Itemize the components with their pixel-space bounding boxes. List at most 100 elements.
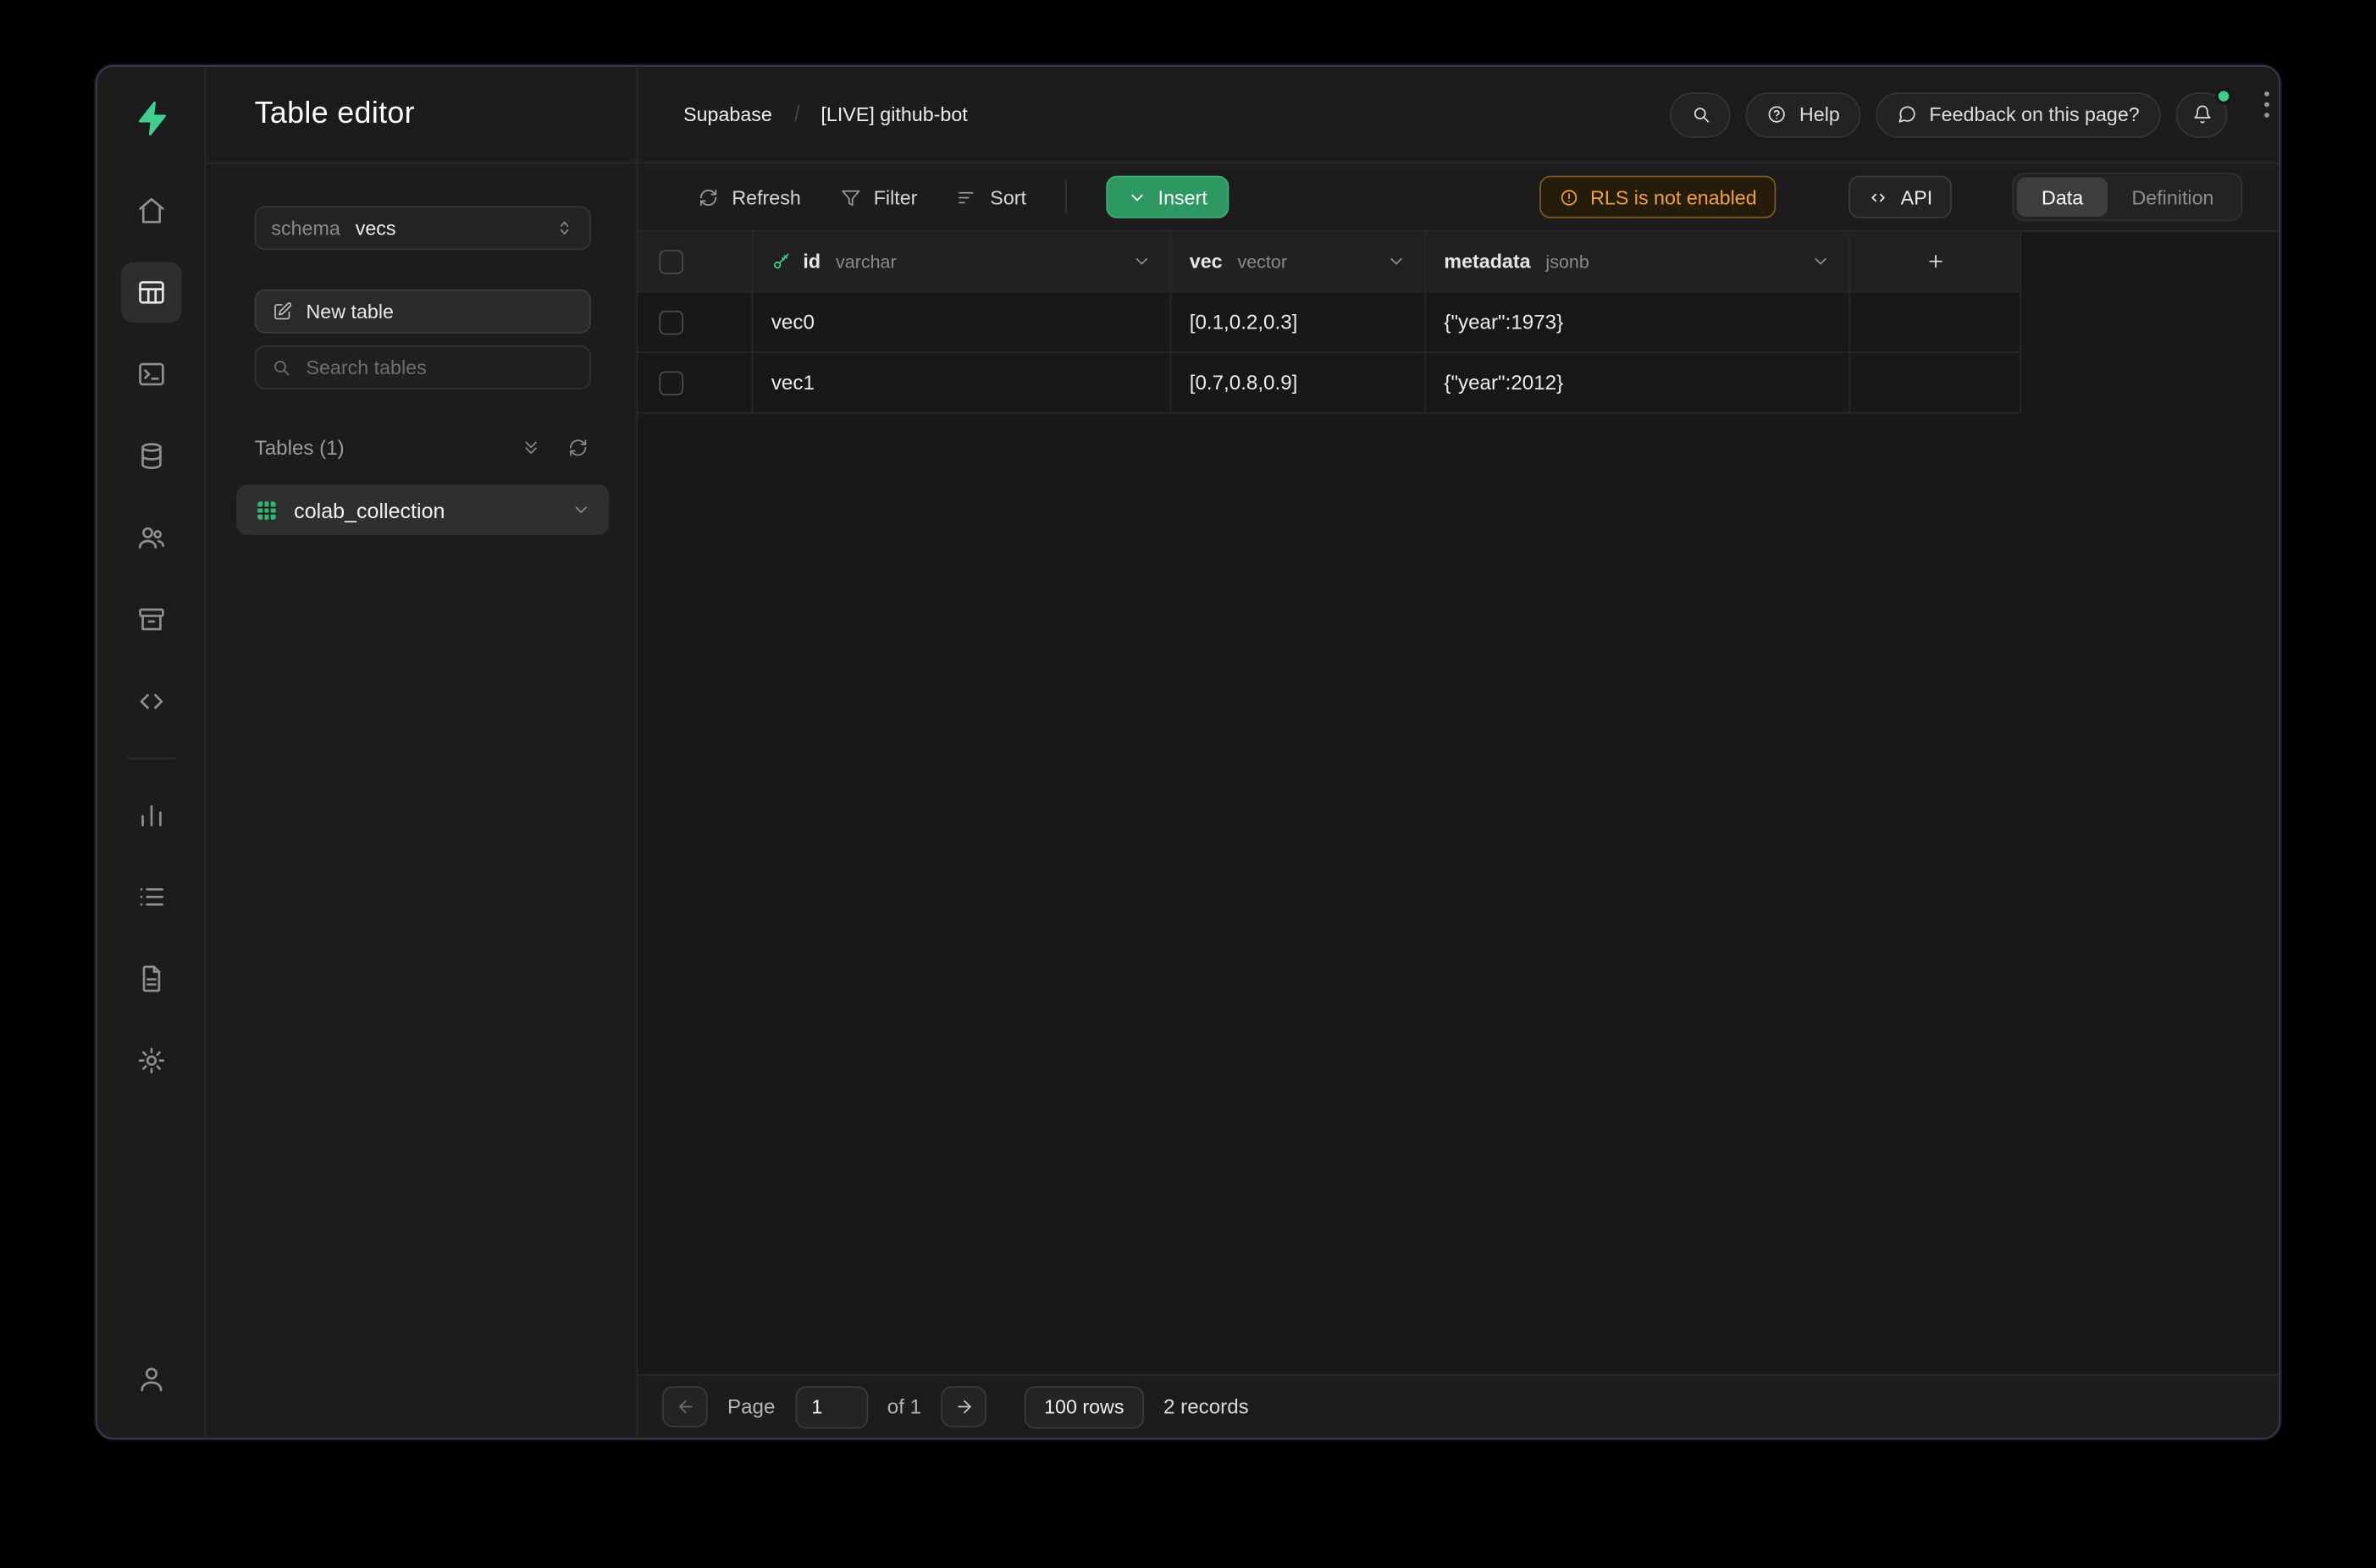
new-table-button[interactable]: New table: [255, 290, 591, 334]
overflow-menu-icon[interactable]: [2257, 88, 2278, 121]
column-header-vec[interactable]: vec vector: [1171, 232, 1426, 293]
grid-header-row: id varchar vec vector metadata: [638, 232, 2021, 293]
add-column-button[interactable]: [1850, 232, 2021, 293]
search-tables-input[interactable]: [303, 355, 574, 380]
column-name: vec: [1190, 250, 1223, 273]
chevron-down-icon: [572, 500, 591, 520]
grid-toolbar: Refresh Filter Sort Insert: [638, 163, 2279, 232]
row-select-cell: [638, 353, 753, 414]
cell-id[interactable]: vec1: [753, 353, 1171, 414]
nav-settings-icon[interactable]: [120, 1030, 181, 1091]
cell-metadata[interactable]: {"year":2012}: [1426, 353, 1850, 414]
nav-database-icon[interactable]: [120, 426, 181, 487]
next-page-button[interactable]: [941, 1386, 986, 1427]
select-all-checkbox[interactable]: [659, 249, 683, 273]
help-circle-icon: [1767, 104, 1787, 124]
nav-account-icon[interactable]: [120, 1349, 181, 1410]
sort-button[interactable]: Sort: [957, 185, 1026, 208]
column-header-id[interactable]: id varchar: [753, 232, 1171, 293]
nav-rail: [97, 67, 207, 1438]
column-type: varchar: [836, 251, 897, 272]
nav-storage-icon[interactable]: [120, 589, 181, 650]
rows-per-page-button[interactable]: 100 rows: [1025, 1385, 1144, 1427]
global-search-button[interactable]: [1671, 91, 1732, 137]
refresh-button[interactable]: Refresh: [699, 185, 801, 208]
help-button[interactable]: Help: [1746, 91, 1861, 137]
cell-empty: [1850, 292, 2021, 353]
rail-divider: [126, 758, 174, 759]
column-menu-icon[interactable]: [1810, 251, 1830, 271]
tab-definition[interactable]: Definition: [2108, 177, 2238, 217]
breadcrumb-separator: /: [794, 102, 799, 127]
page-title: Table editor: [255, 97, 415, 132]
toolbar-divider: [1065, 180, 1067, 213]
api-button[interactable]: API: [1849, 176, 1953, 218]
chevron-down-icon: [1128, 187, 1147, 207]
code-icon: [1869, 187, 1888, 207]
previous-page-button[interactable]: [662, 1386, 708, 1427]
tables-heading: Tables (1): [255, 436, 345, 459]
sidebar-item-table-colab-collection[interactable]: colab_collection: [236, 485, 609, 535]
schema-label: schema: [271, 217, 340, 240]
page-number-input[interactable]: [795, 1385, 868, 1427]
row-select-cell: [638, 292, 753, 353]
primary-key-icon: [771, 251, 791, 271]
insert-label: Insert: [1158, 185, 1207, 208]
arrow-right-icon: [954, 1397, 974, 1416]
cell-empty: [1850, 353, 2021, 414]
refresh-icon: [699, 187, 718, 207]
nav-home-icon[interactable]: [120, 180, 181, 241]
filter-button[interactable]: Filter: [840, 185, 917, 208]
nav-logs-icon[interactable]: [120, 867, 181, 928]
insert-button[interactable]: Insert: [1107, 176, 1229, 218]
main-panel: Supabase / [LIVE] github-bot Help Feedba…: [638, 67, 2279, 1438]
pagination-footer: Page of 1 100 rows 2 records: [638, 1374, 2279, 1438]
cell-vec[interactable]: [0.7,0.8,0.9]: [1171, 353, 1426, 414]
table-search: [255, 345, 591, 389]
sort-icon: [957, 187, 976, 207]
sidebar: Table editor schema vecs New table: [206, 67, 638, 1438]
cell-value: vec0: [771, 311, 815, 334]
nav-table-editor-icon[interactable]: [120, 262, 181, 323]
bell-icon: [2192, 104, 2212, 124]
cell-value: [0.7,0.8,0.9]: [1190, 371, 1298, 394]
collapse-all-icon[interactable]: [518, 435, 544, 461]
warning-icon: [1559, 187, 1578, 207]
row-checkbox[interactable]: [659, 371, 683, 395]
row-checkbox[interactable]: [659, 310, 683, 334]
column-name: id: [803, 250, 821, 273]
table-row: vec0 [0.1,0.2,0.3] {"year":1973}: [638, 292, 2021, 353]
nav-reports-icon[interactable]: [120, 785, 181, 846]
filter-label: Filter: [874, 185, 918, 208]
tab-data[interactable]: Data: [2017, 177, 2107, 217]
column-menu-icon[interactable]: [1132, 251, 1152, 271]
edit-icon: [273, 301, 292, 321]
refresh-tables-icon[interactable]: [565, 435, 590, 461]
cell-id[interactable]: vec0: [753, 292, 1171, 353]
nav-sql-editor-icon[interactable]: [120, 344, 181, 405]
tables-heading-row: Tables (1): [236, 435, 609, 461]
breadcrumb-project[interactable]: [LIVE] github-bot: [821, 103, 967, 126]
page-label: Page: [727, 1395, 775, 1418]
filter-icon: [840, 187, 859, 207]
rls-warning-badge[interactable]: RLS is not enabled: [1539, 176, 1776, 218]
search-icon: [1691, 104, 1710, 124]
supabase-logo-icon[interactable]: [120, 88, 181, 149]
cell-metadata[interactable]: {"year":1973}: [1426, 292, 1850, 353]
table-item-label: colab_collection: [294, 498, 445, 522]
nav-api-code-icon[interactable]: [120, 671, 181, 732]
nav-auth-icon[interactable]: [120, 507, 181, 568]
topbar: Supabase / [LIVE] github-bot Help Feedba…: [638, 67, 2279, 164]
schema-value: vecs: [356, 217, 396, 240]
nav-docs-icon[interactable]: [120, 948, 181, 1009]
feedback-button[interactable]: Feedback on this page?: [1876, 91, 2161, 137]
help-label: Help: [1799, 103, 1840, 126]
plus-icon: [1926, 251, 1945, 271]
schema-select[interactable]: schema vecs: [255, 206, 591, 250]
cell-vec[interactable]: [0.1,0.2,0.3]: [1171, 292, 1426, 353]
column-menu-icon[interactable]: [1386, 251, 1406, 271]
column-header-metadata[interactable]: metadata jsonb: [1426, 232, 1850, 293]
sidebar-header: Table editor: [206, 67, 636, 164]
breadcrumb-org[interactable]: Supabase: [683, 103, 772, 126]
sort-label: Sort: [990, 185, 1026, 208]
